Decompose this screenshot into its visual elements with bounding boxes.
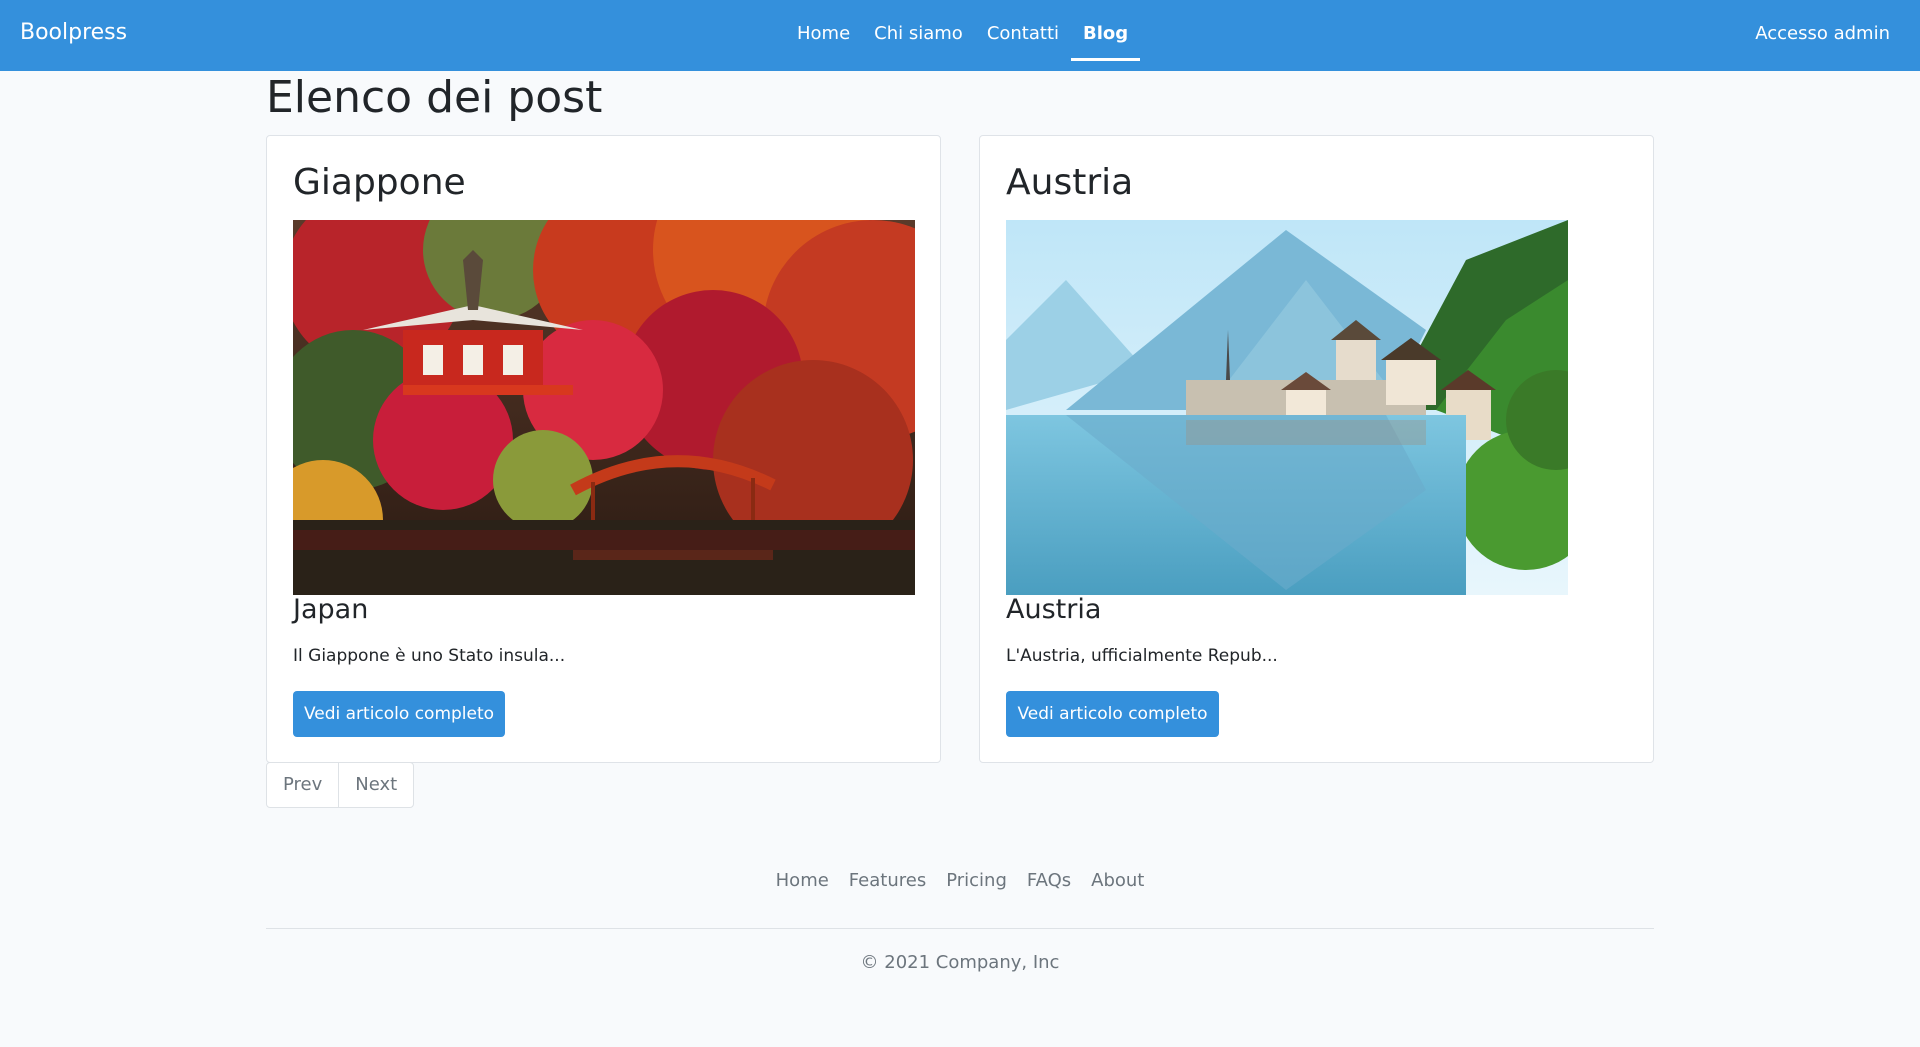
post-title: Giappone xyxy=(293,162,466,203)
read-more-button[interactable]: Vedi articolo completo xyxy=(1006,691,1219,737)
nav-contatti[interactable]: Contatti xyxy=(985,0,1061,71)
brand-link[interactable]: Boolpress xyxy=(20,20,127,45)
post-card: Austria Austria L'Austria, ufficialmente… xyxy=(979,135,1654,763)
post-subtitle: Japan xyxy=(293,594,369,625)
post-card: Giappone Japan Il Giappone è uno Stato i… xyxy=(266,135,941,763)
footer-link-about[interactable]: About xyxy=(1091,870,1144,891)
copyright: © 2021 Company, Inc xyxy=(860,952,1060,973)
read-more-button[interactable]: Vedi articolo completo xyxy=(293,691,505,737)
post-title: Austria xyxy=(1006,162,1134,203)
nav-home[interactable]: Home xyxy=(795,0,852,71)
footer-link-home[interactable]: Home xyxy=(776,870,829,891)
prev-page-link[interactable]: Prev xyxy=(267,763,338,807)
post-excerpt: Il Giappone è uno Stato insula... xyxy=(293,646,566,666)
admin-login-link[interactable]: Accesso admin xyxy=(1755,23,1890,44)
footer-link-features[interactable]: Features xyxy=(849,870,926,891)
post-image-austria xyxy=(1006,220,1568,595)
pagination: Prev Next xyxy=(266,762,415,808)
page-title: Elenco dei post xyxy=(266,72,603,123)
nav-blog[interactable]: Blog xyxy=(1070,0,1141,71)
post-excerpt: L'Austria, ufficialmente Repub... xyxy=(1006,646,1278,666)
footer-nav: Home Features Pricing FAQs About xyxy=(0,870,1920,891)
top-navbar: Boolpress Home Chi siamo Contatti Blog A… xyxy=(0,0,1920,71)
footer-divider xyxy=(266,928,1654,929)
next-page-link[interactable]: Next xyxy=(338,763,413,807)
main-nav: Home Chi siamo Contatti Blog xyxy=(795,0,1141,71)
post-image-japan xyxy=(293,220,915,595)
nav-chi-siamo[interactable]: Chi siamo xyxy=(872,0,965,71)
footer-link-faqs[interactable]: FAQs xyxy=(1027,870,1071,891)
footer-link-pricing[interactable]: Pricing xyxy=(946,870,1007,891)
post-subtitle: Austria xyxy=(1006,594,1102,625)
